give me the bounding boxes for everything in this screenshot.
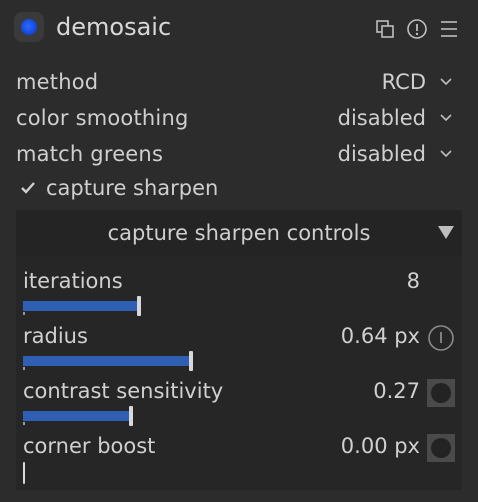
info-icon[interactable] [406, 18, 427, 39]
capture-sharpen-controls-section: capture sharpen controls iterations 8 ra… [16, 210, 462, 490]
slider-label: corner boost [23, 434, 156, 458]
slider-label: iterations [23, 269, 123, 293]
slider-handle[interactable] [23, 462, 25, 484]
slider-track[interactable] [23, 296, 423, 316]
color-smoothing-label: color smoothing [16, 106, 189, 130]
slider-label: contrast sensitivity [23, 379, 224, 403]
slider-label: radius [23, 324, 88, 348]
demosaic-module-panel: demosaic method RCD color smoothing disa… [0, 0, 478, 502]
capture-sharpen-label: capture sharpen [46, 176, 219, 200]
chevron-down-icon [440, 114, 452, 122]
method-label: method [16, 70, 99, 94]
module-enable-button[interactable] [14, 12, 44, 42]
slider-track[interactable] [23, 351, 423, 371]
color-smoothing-value: disabled [337, 106, 426, 130]
slider-handle[interactable] [129, 406, 133, 426]
module-title: demosaic [56, 13, 172, 41]
match-greens-label: match greens [16, 142, 164, 166]
section-header[interactable]: capture sharpen controls [16, 210, 462, 256]
power-on-icon [21, 19, 37, 35]
slider-track[interactable] [23, 406, 423, 426]
menu-icon[interactable] [438, 18, 458, 38]
slider-value: 0.64 px [340, 324, 420, 348]
info-circle-icon[interactable] [426, 323, 456, 353]
slider-fill [23, 301, 139, 311]
slider-value: 8 [406, 269, 420, 293]
contrast-sensitivity-slider[interactable]: contrast sensitivity 0.27 [16, 372, 462, 427]
slider-baseline [23, 312, 25, 315]
chevron-down-icon [440, 78, 452, 86]
mask-toggle-icon[interactable] [426, 378, 456, 408]
color-smoothing-combobox[interactable]: color smoothing disabled [0, 102, 478, 136]
slider-fill [23, 411, 131, 421]
chevron-down-icon [440, 150, 452, 158]
corner-boost-slider[interactable]: corner boost 0.00 px [16, 427, 462, 484]
collapse-triangle-icon[interactable] [438, 226, 454, 240]
radius-slider[interactable]: radius 0.64 px [16, 317, 462, 372]
iterations-slider[interactable]: iterations 8 [16, 262, 462, 317]
capture-sharpen-checkbox[interactable] [18, 178, 38, 198]
match-greens-combobox[interactable]: match greens disabled [0, 138, 478, 172]
slider-track[interactable] [23, 462, 423, 484]
capture-sharpen-checkbox-row[interactable]: capture sharpen [0, 174, 478, 204]
method-combobox[interactable]: method RCD [0, 66, 478, 100]
slider-value: 0.00 px [340, 434, 420, 458]
method-value: RCD [381, 70, 426, 94]
slider-baseline [23, 367, 25, 370]
mask-toggle-icon[interactable] [426, 433, 456, 463]
match-greens-value: disabled [337, 142, 426, 166]
slider-baseline [23, 422, 25, 425]
presets-copy-icon[interactable] [374, 18, 394, 38]
module-header: demosaic [0, 0, 478, 58]
section-title: capture sharpen controls [107, 221, 371, 245]
slider-handle[interactable] [189, 351, 193, 371]
slider-handle[interactable] [137, 296, 141, 316]
slider-value: 0.27 [373, 379, 420, 403]
slider-fill [23, 356, 191, 366]
